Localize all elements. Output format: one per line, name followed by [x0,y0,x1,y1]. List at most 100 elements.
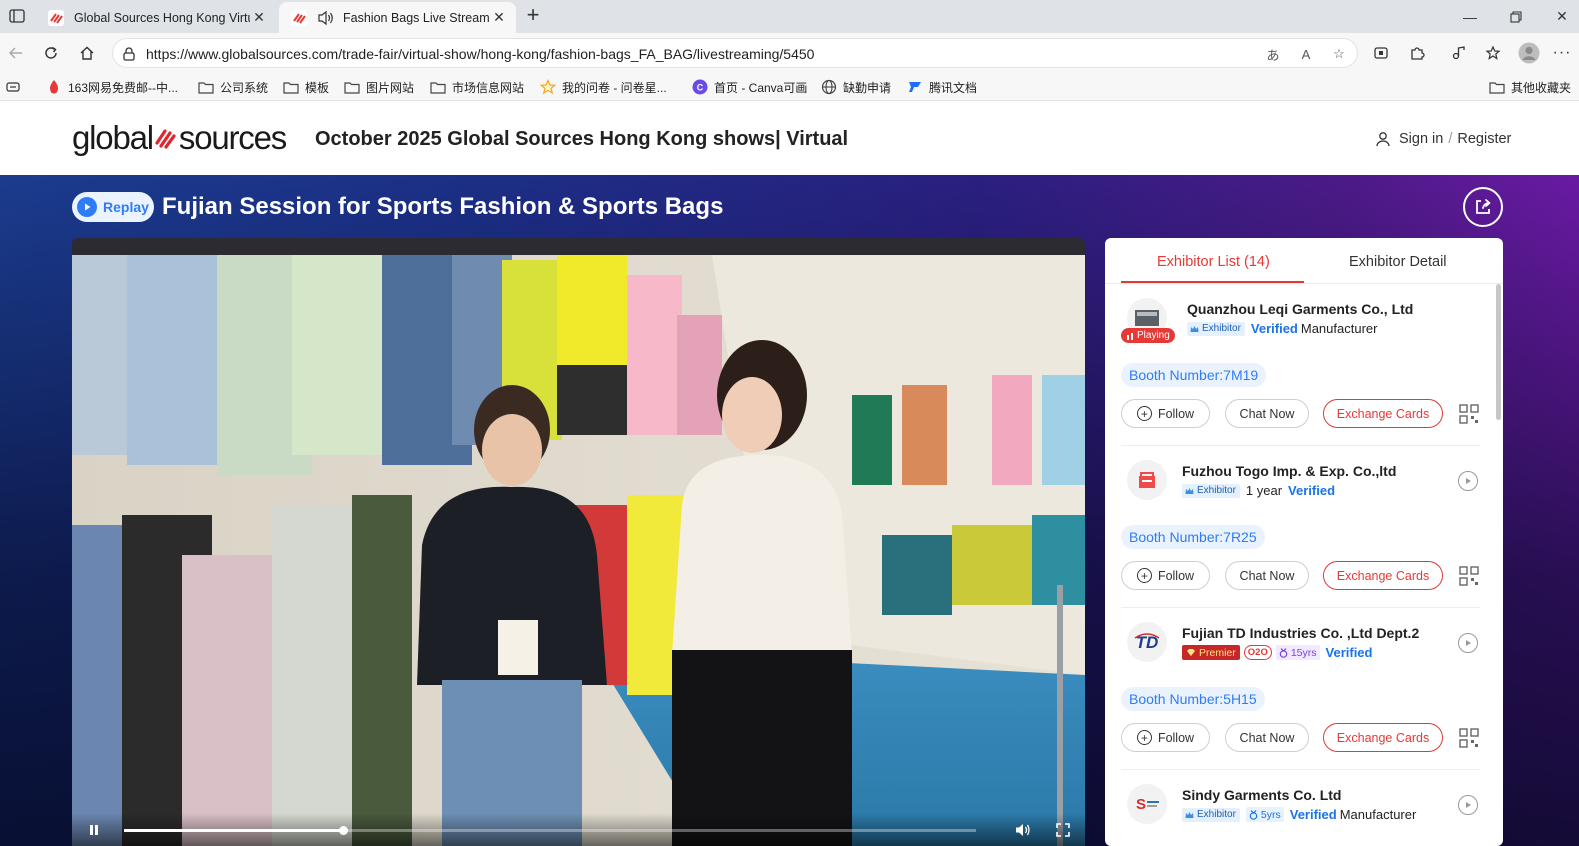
extension-icon[interactable] [1369,41,1393,65]
exhibitor-meta: Premier O2O 15yrs Verified [1182,645,1375,660]
bookmark-label: 首页 - Canva可画 [714,80,808,95]
read-aloud-icon[interactable]: A [1297,45,1315,63]
new-tab-icon[interactable]: + [522,4,544,27]
exhibitor-card: S Sindy Garments Co. Ltd Exhibitor 5yrs … [1121,770,1480,846]
restore-icon[interactable] [1493,0,1539,33]
exhibitor-name[interactable]: Quanzhou Leqi Garments Co., Ltd [1187,301,1413,317]
bookmark-tencent-docs[interactable]: 腾讯文档 [907,78,977,96]
globe-icon [821,79,837,95]
home-icon[interactable] [75,41,99,65]
exchange-cards-button[interactable]: Exchange Cards [1323,561,1443,590]
progress-bar[interactable] [124,826,976,835]
bookmark-163-mail[interactable]: 163网易免费邮--中... [46,78,178,96]
exhibitor-name[interactable]: Fujian TD Industries Co. ,Ltd Dept.2 [1182,625,1419,641]
follow-button[interactable]: + Follow [1121,723,1210,752]
video-frame[interactable] [72,255,1085,846]
follow-button[interactable]: + Follow [1121,399,1210,428]
close-tab-icon[interactable]: ✕ [490,9,508,27]
medal-icon [1249,809,1258,820]
years-label: 1 year [1245,483,1283,498]
exchange-cards-button[interactable]: Exchange Cards [1323,399,1443,428]
favorite-star-icon[interactable]: ☆ [1330,45,1348,63]
close-window-icon[interactable]: ✕ [1539,0,1579,33]
exhibitor-logo[interactable]: S [1127,784,1167,824]
svg-text:C: C [697,83,704,93]
profile-avatar-icon[interactable] [1517,41,1541,65]
site-header: global sources October 2025 Global Sourc… [0,101,1579,175]
lock-icon[interactable] [121,46,137,62]
years-badge: 5yrs [1245,807,1284,822]
sign-in-link[interactable]: Sign in [1399,131,1443,147]
volume-button[interactable] [1014,821,1032,839]
share-button[interactable] [1463,187,1503,227]
back-arrow-icon[interactable] [4,41,28,65]
bookmark-label: 公司系统 [220,80,269,95]
play-video-button[interactable] [1458,795,1478,815]
puzzle-extensions-icon[interactable] [1405,41,1429,65]
video-player[interactable] [72,238,1085,846]
diamond-icon [1187,649,1195,656]
bookmark-folder-templates[interactable]: 模板 [283,78,329,96]
close-tab-icon[interactable]: ✕ [250,9,268,27]
chat-now-button[interactable]: Chat Now [1225,561,1309,590]
bookmark-folder-market[interactable]: 市场信息网站 [430,78,524,96]
plus-icon: + [1136,568,1152,583]
favorites-icon[interactable] [1481,41,1505,65]
register-link[interactable]: Register [1457,131,1511,147]
exhibitor-logo[interactable]: TD [1127,622,1167,662]
bookmark-folder-images[interactable]: 图片网站 [344,78,414,96]
play-video-button[interactable] [1458,633,1478,653]
browser-tab-virtual-show[interactable]: Global Sources Hong Kong Virtual ✕ [36,2,276,33]
exhibitor-card: Playing Quanzhou Leqi Garments Co., Ltd … [1121,284,1480,446]
folder-icon [283,79,299,95]
refresh-icon[interactable] [39,41,63,65]
exhibitor-name[interactable]: Fuzhou Togo Imp. & Exp. Co.,ltd [1182,463,1396,479]
playing-badge: Playing [1121,328,1175,343]
tab-exhibitor-detail[interactable]: Exhibitor Detail [1349,254,1447,270]
bookmark-folder-system[interactable]: 公司系统 [198,78,268,96]
browser-tab-bar: Global Sources Hong Kong Virtual ✕ Fashi… [0,0,1579,33]
bookmarks-toggle-icon[interactable] [6,78,20,96]
tab-exhibitor-list[interactable]: Exhibitor List (14) [1157,254,1270,270]
folder-icon [344,79,360,95]
separator: / [1448,131,1453,147]
address-input[interactable]: https://www.globalsources.com/trade-fair… [112,38,1358,68]
folder-icon [198,79,214,95]
chat-now-button[interactable]: Chat Now [1225,399,1309,428]
bookmark-leave-request[interactable]: 缺勤申请 [821,78,891,96]
bookmark-label: 模板 [305,80,330,95]
media-control-icon[interactable] [1446,41,1470,65]
exhibitor-logo[interactable] [1127,460,1167,500]
folder-icon [430,79,446,95]
follow-button[interactable]: + Follow [1121,561,1210,590]
exchange-cards-button[interactable]: Exchange Cards [1323,723,1443,752]
bookmark-other-favorites[interactable]: 其他收藏夹 [1489,78,1571,96]
translate-icon[interactable]: あ [1264,45,1282,63]
browser-tab-livestreaming[interactable]: Fashion Bags Live Streaming ✕ [279,2,516,33]
progress-handle[interactable] [338,826,348,835]
qr-code-icon[interactable] [1459,404,1479,424]
exhibitor-badge: Exhibitor [1187,321,1245,336]
bookmark-canva[interactable]: C 首页 - Canva可画 [692,78,807,96]
qr-code-icon[interactable] [1459,728,1479,748]
globalsources-logo[interactable]: global sources [72,119,287,157]
plus-icon: + [1136,406,1152,421]
qr-code-icon[interactable] [1459,566,1479,586]
fullscreen-button[interactable] [1054,821,1072,839]
chat-now-button[interactable]: Chat Now [1225,723,1309,752]
years-badge: 15yrs [1275,645,1320,660]
minimize-icon[interactable]: — [1447,0,1493,33]
speaker-audio-icon[interactable] [317,10,335,26]
more-menu-icon[interactable]: ··· [1550,41,1574,65]
panel-scrollbar[interactable] [1496,284,1501,420]
exhibitor-name[interactable]: Sindy Garments Co. Ltd [1182,787,1341,803]
bookmark-label: 图片网站 [366,80,415,95]
show-title: October 2025 Global Sources Hong Kong sh… [315,128,849,150]
play-video-button[interactable] [1458,471,1478,491]
bookmark-wenjuan[interactable]: 我的问卷 - 问卷星... [540,78,667,96]
pause-button[interactable] [85,821,103,839]
verified-label: Verified [1250,321,1298,336]
tab-actions-icon[interactable] [4,4,30,28]
bookmark-label: 腾讯文档 [929,80,978,95]
tab-title: Fashion Bags Live Streaming [343,10,490,25]
